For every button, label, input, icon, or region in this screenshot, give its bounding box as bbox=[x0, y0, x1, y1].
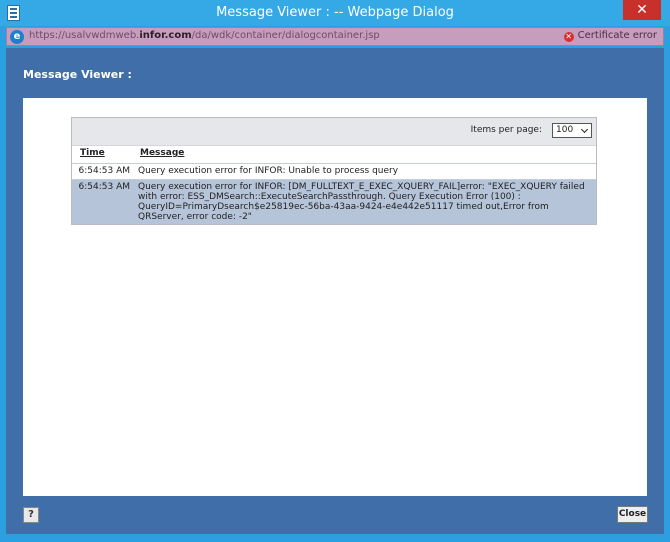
url-domain: infor.com bbox=[139, 30, 192, 41]
row-message: Query execution error for INFOR: Unable … bbox=[138, 166, 399, 176]
dialog-frame: Message Viewer : Items per page: 100 Tim… bbox=[6, 48, 664, 534]
window-titlebar: Message Viewer : -- Webpage Dialog ✕ bbox=[0, 0, 670, 26]
url-suffix: /da/wdk/container/dialogcontainer.jsp bbox=[191, 30, 380, 41]
help-button[interactable]: ? bbox=[23, 507, 39, 523]
window-title: Message Viewer : -- Webpage Dialog bbox=[216, 5, 454, 20]
certificate-error-label: Certificate error bbox=[577, 30, 657, 41]
dialog-content: Items per page: 100 Time Message 6:54:53… bbox=[23, 98, 647, 496]
row-time: 6:54:53 AM bbox=[78, 182, 130, 192]
row-message: Query execution error for INFOR: [DM_FUL… bbox=[138, 182, 585, 222]
table-row[interactable]: 6:54:53 AM Query execution error for INF… bbox=[72, 163, 596, 179]
column-header-message[interactable]: Message bbox=[140, 148, 184, 158]
close-button[interactable]: Close bbox=[617, 506, 648, 523]
table-row[interactable]: 6:54:53 AM Query execution error for INF… bbox=[72, 179, 596, 224]
address-url: https://usalvwdmweb.infor.com/da/wdk/con… bbox=[29, 30, 380, 41]
grid-header: Time Message bbox=[72, 145, 596, 163]
grid-toolbar: Items per page: 100 bbox=[72, 118, 596, 145]
message-grid: Items per page: 100 Time Message 6:54:53… bbox=[71, 117, 597, 225]
window-close-button[interactable]: ✕ bbox=[623, 0, 661, 20]
items-per-page-label: Items per page: bbox=[470, 125, 542, 135]
error-icon: ✕ bbox=[563, 32, 574, 42]
column-header-time[interactable]: Time bbox=[80, 148, 105, 158]
items-per-page-value: 100 bbox=[556, 125, 574, 135]
certificate-error[interactable]: ✕ Certificate error bbox=[563, 30, 657, 42]
items-per-page-select[interactable]: 100 bbox=[552, 123, 592, 138]
dialog-title: Message Viewer : bbox=[23, 68, 132, 81]
address-bar: e https://usalvwdmweb.infor.com/da/wdk/c… bbox=[6, 27, 664, 46]
url-prefix: https://usalvwdmweb. bbox=[29, 30, 140, 41]
row-time: 6:54:53 AM bbox=[78, 166, 130, 176]
ie-icon: e bbox=[10, 30, 24, 44]
